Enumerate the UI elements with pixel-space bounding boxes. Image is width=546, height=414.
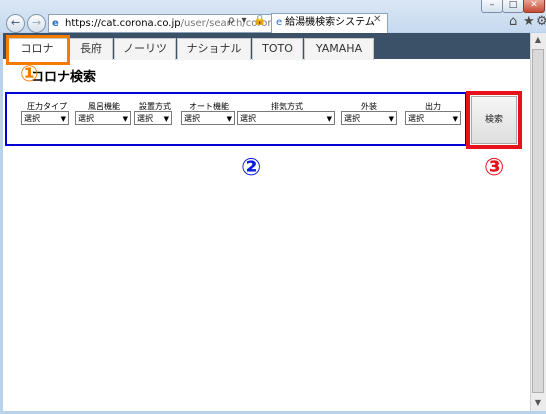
forward-arrow-icon[interactable]: → — [27, 14, 46, 33]
page-favicon-icon: e — [276, 17, 283, 28]
browser-tab[interactable]: e 給湯機検索システム — [271, 13, 388, 33]
tab-chofu[interactable]: 長府 — [69, 38, 113, 60]
chevron-down-icon: ▼ — [326, 115, 332, 123]
chevron-down-icon: ▼ — [60, 115, 66, 123]
install-type-value: 選択 — [137, 114, 153, 123]
settings-gear-icon[interactable]: ⚙ — [536, 14, 546, 29]
scroll-up-icon[interactable]: ▲ — [531, 33, 545, 47]
tab-national[interactable]: ナショナル — [177, 38, 251, 60]
auto-function-value: 選択 — [184, 114, 200, 123]
ie-logo-icon: e — [52, 18, 59, 29]
maximize-button[interactable]: □ — [502, 0, 524, 13]
page-viewport: コロナ 長府 ノーリツ ナショナル TOTO YAMAHA コロナ検索 ① 圧力… — [3, 33, 530, 411]
chevron-down-icon: ▼ — [388, 115, 394, 123]
chevron-down-icon: ▼ — [163, 115, 169, 123]
close-window-button[interactable]: ✕ — [523, 0, 545, 13]
home-icon[interactable]: ⌂ — [509, 14, 517, 29]
exhaust-type-select[interactable]: 選択 ▼ — [237, 111, 335, 125]
bath-function-value: 選択 — [78, 114, 94, 123]
bath-function-select[interactable]: 選択 ▼ — [75, 111, 131, 125]
tab-yamaha[interactable]: YAMAHA — [304, 38, 374, 60]
favorites-star-icon[interactable]: ★ — [523, 14, 535, 29]
url-host: https://cat.corona.co.jp — [65, 18, 181, 29]
tab-close-icon[interactable]: ✕ — [373, 14, 381, 25]
pressure-type-select[interactable]: 選択 ▼ — [21, 111, 69, 125]
output-value: 選択 — [408, 114, 424, 123]
output-select[interactable]: 選択 ▼ — [405, 111, 461, 125]
back-arrow-icon[interactable]: ← — [6, 14, 25, 33]
annotation-marker-2: ② — [241, 153, 262, 181]
scroll-down-icon[interactable]: ▼ — [531, 396, 545, 410]
annotation-marker-1: ① — [20, 62, 39, 87]
search-button[interactable]: 検索 — [471, 96, 517, 144]
browser-tab-title: 給湯機検索システム — [285, 17, 375, 28]
auto-function-select[interactable]: 選択 ▼ — [181, 111, 235, 125]
exterior-select[interactable]: 選択 ▼ — [341, 111, 397, 125]
tab-toto[interactable]: TOTO — [252, 38, 303, 60]
page-title: コロナ検索 — [31, 70, 97, 85]
minimize-button[interactable]: – — [481, 0, 503, 13]
scrollbar-thumb[interactable] — [532, 49, 544, 393]
pressure-type-value: 選択 — [24, 114, 40, 123]
exhaust-type-value: 選択 — [240, 114, 256, 123]
chevron-down-icon: ▼ — [122, 115, 128, 123]
corona-tab-highlight — [6, 35, 70, 65]
install-type-select[interactable]: 選択 ▼ — [134, 111, 172, 125]
tab-noritz[interactable]: ノーリツ — [114, 38, 176, 60]
annotation-marker-3: ③ — [484, 153, 505, 181]
chevron-down-icon: ▼ — [226, 115, 232, 123]
exterior-value: 選択 — [344, 114, 360, 123]
chevron-down-icon: ▼ — [452, 115, 458, 123]
